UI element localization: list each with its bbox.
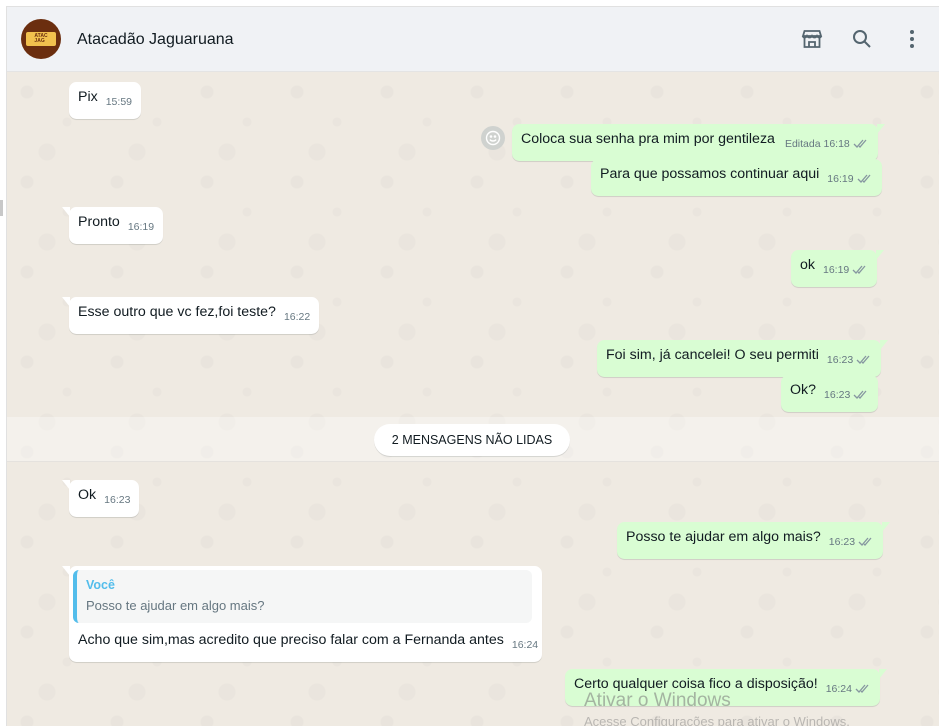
message-incoming[interactable]: Esse outro que vc fez,foi teste? 16:22 (61, 297, 320, 334)
message-time: 16:23 (104, 494, 131, 506)
message-text: Pronto (78, 214, 120, 230)
message-outgoing[interactable]: Ok? 16:23 (781, 375, 879, 412)
message-outgoing[interactable]: Foi sim, já cancelei! O seu permiti 16:23 (597, 340, 889, 377)
edited-label: Editada (784, 138, 821, 150)
menu-dots-icon[interactable] (900, 27, 924, 51)
message-incoming-reply[interactable]: Você Posso te ajudar em algo mais? Acho … (61, 566, 543, 662)
message-outgoing[interactable]: Posso te ajudar em algo mais? 16:23 (617, 522, 891, 559)
emoji-reaction-icon[interactable] (481, 126, 505, 150)
double-check-icon (855, 684, 869, 693)
message-text: Pix (78, 89, 98, 105)
message-time: 16:24 (511, 639, 539, 651)
double-check-icon (857, 174, 871, 183)
message-time: 16:18 (823, 138, 850, 150)
message-incoming[interactable]: Pronto 16:19 (61, 207, 164, 244)
message-time: 16:23 (824, 389, 851, 401)
message-text: Esse outro que vc fez,foi teste? (78, 304, 276, 320)
message-time: 15:59 (105, 96, 132, 108)
contact-name[interactable]: Atacadão Jaguaruana (77, 31, 234, 49)
windows-activation-subtext: Acesse Configurações para ativar o Windo… (584, 714, 850, 726)
double-check-icon (853, 139, 867, 148)
message-text: ok (800, 257, 815, 273)
message-incoming[interactable]: Pix 15:59 (69, 82, 141, 119)
message-time: 16:24 (825, 683, 852, 695)
message-time: 16:23 (828, 536, 856, 548)
message-text: Ok? (790, 382, 817, 398)
message-list[interactable]: Pix 15:59 Coloca sua senha pra mim por ge… (7, 72, 939, 726)
message-outgoing[interactable]: ok 16:19 (791, 250, 885, 287)
quoted-author: Você (86, 578, 115, 592)
double-check-icon (852, 265, 866, 274)
contact-avatar[interactable]: ATAC JAG (21, 19, 61, 59)
windows-activation-watermark: Ativar o Windows (584, 690, 731, 711)
double-check-icon (856, 355, 870, 364)
message-text: Acho que sim,mas acredito que preciso fa… (78, 632, 504, 648)
message-text: Coloca sua senha pra mim por gentileza (521, 131, 775, 147)
window-edge-handle (0, 200, 3, 216)
message-time: 16:22 (283, 311, 311, 323)
brand-logo-icon: ATAC JAG (26, 32, 56, 46)
chat-header: ATAC JAG Atacadão Jaguaruana (7, 7, 939, 72)
quoted-text: Posso te ajudar em algo mais? (86, 598, 265, 613)
message-outgoing[interactable]: Coloca sua senha pra mim por gentileza Ed… (512, 124, 885, 161)
message-time: 16:19 (827, 173, 854, 185)
message-outgoing[interactable]: Para que possamos continuar aqui 16:19 (591, 159, 882, 196)
store-icon[interactable] (800, 27, 824, 51)
message-time: 16:19 (127, 221, 155, 233)
search-icon[interactable] (850, 27, 874, 51)
chat-window: ATAC JAG Atacadão Jaguaruana Pix 15:59 C… (6, 6, 939, 726)
message-time: 16:19 (822, 264, 850, 276)
message-text: Para que possamos continuar aqui (600, 166, 820, 182)
message-incoming[interactable]: Ok 16:23 (61, 480, 140, 517)
message-text: Posso te ajudar em algo mais? (626, 529, 821, 545)
message-text: Ok (78, 487, 97, 503)
quoted-message[interactable]: Você Posso te ajudar em algo mais? (73, 570, 532, 623)
double-check-icon (853, 390, 867, 399)
unread-messages-label: 2 MENSAGENS NÃO LIDAS (374, 424, 570, 456)
message-text: Foi sim, já cancelei! O seu permiti (606, 347, 819, 363)
message-time: 16:23 (826, 354, 854, 366)
double-check-icon (858, 537, 872, 546)
